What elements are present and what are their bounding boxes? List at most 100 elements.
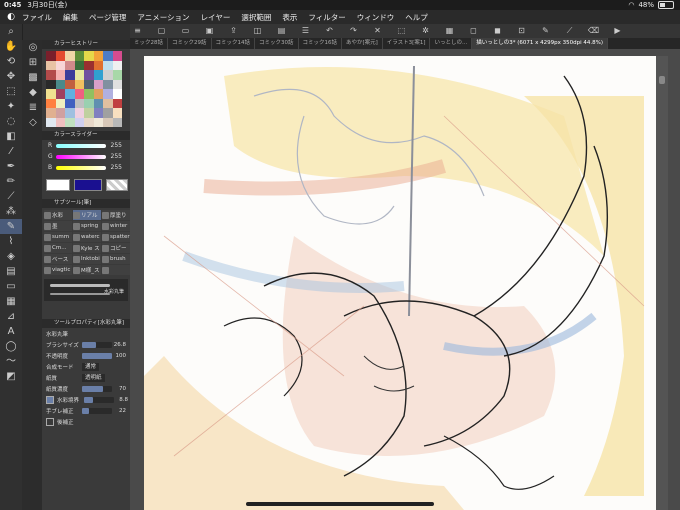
pen-tool-icon[interactable]: ✒ — [0, 159, 22, 174]
rotate-icon[interactable]: ⟲ — [0, 54, 22, 69]
erase-icon[interactable]: ⌫ — [586, 26, 601, 36]
sub-tool-item[interactable]: Kyle ス — [73, 243, 101, 253]
brush-size-row[interactable]: ブラシサイズ 26.8 — [42, 339, 130, 350]
menu-icon[interactable]: ☰ — [298, 26, 313, 36]
export-icon[interactable]: ⇪ — [226, 26, 241, 36]
color-swatch[interactable] — [93, 108, 103, 118]
color-swatch[interactable] — [46, 89, 56, 99]
color-swatch[interactable] — [65, 79, 75, 89]
color-swatch[interactable] — [55, 60, 65, 70]
pencil-tool-icon[interactable]: ✏ — [0, 174, 22, 189]
color-swatch[interactable] — [74, 98, 84, 108]
color-swatch[interactable] — [65, 60, 75, 70]
select-all-icon[interactable]: ▦ — [442, 26, 457, 36]
brush-size-bar[interactable] — [82, 341, 112, 348]
color-swatch[interactable] — [112, 89, 122, 99]
doc-tab[interactable]: いっとしの... — [430, 38, 473, 49]
color-swatch[interactable] — [65, 98, 75, 108]
blend-tool-icon[interactable]: ⌇ — [0, 234, 22, 249]
brush-tool-icon[interactable]: ✎ — [0, 219, 22, 234]
color-swatch[interactable] — [84, 51, 94, 61]
brush-icon[interactable]: ⟋ — [562, 26, 577, 36]
color-swatch[interactable] — [55, 70, 65, 80]
settings-icon[interactable]: ✲ — [418, 26, 433, 36]
sub-tool-item[interactable]: Cm... — [44, 243, 72, 253]
color-swatch[interactable] — [93, 70, 103, 80]
color-swatch[interactable] — [55, 108, 65, 118]
vertical-scrollbar[interactable] — [656, 56, 668, 510]
post-correction-row[interactable]: 後補正 — [42, 416, 130, 427]
color-swatch[interactable] — [46, 70, 56, 80]
color-swatch[interactable] — [103, 60, 113, 70]
sub-tool-item[interactable]: summ — [44, 232, 72, 242]
sub-tool-item[interactable]: waterc — [73, 232, 101, 242]
color-swatch[interactable] — [46, 98, 56, 108]
move-icon[interactable]: ✥ — [0, 69, 22, 84]
figure-tool-icon[interactable]: ▭ — [0, 279, 22, 294]
sub-tool-item[interactable]: 水彩 — [44, 210, 72, 220]
undo-icon[interactable]: ↶ — [322, 26, 337, 36]
new-file-icon[interactable]: ▢ — [154, 26, 169, 36]
color-swatch[interactable] — [103, 117, 113, 127]
color-swatch[interactable] — [112, 98, 122, 108]
watercolor-edge-checkbox[interactable] — [46, 395, 54, 404]
doc-tab[interactable]: コミック29話 — [168, 38, 212, 49]
color-swatch[interactable] — [65, 70, 75, 80]
color-swatch[interactable] — [103, 108, 113, 118]
app-logo-icon[interactable]: ◐ — [0, 12, 22, 22]
watercolor-edge-bar[interactable] — [84, 396, 114, 403]
animation-icon[interactable]: ▶ — [610, 26, 625, 36]
drawing-canvas[interactable] — [144, 56, 656, 510]
color-swatch[interactable] — [93, 98, 103, 108]
color-swatch[interactable] — [93, 89, 103, 99]
color-swatch[interactable] — [93, 51, 103, 61]
balloon-tool-icon[interactable]: ◯ — [0, 339, 22, 354]
color-wheel-icon[interactable]: ◎ — [22, 40, 44, 55]
approx-color-icon[interactable]: ◆ — [22, 85, 44, 100]
watercolor-edge-row[interactable]: 水彩境界 8.8 — [42, 394, 130, 405]
sub-color-chip[interactable] — [74, 179, 102, 191]
color-swatch[interactable] — [103, 89, 113, 99]
layer-panel-icon[interactable]: ≣ — [22, 100, 44, 115]
sub-tool-item[interactable]: spring — [73, 221, 101, 231]
fill-icon[interactable]: ◼ — [490, 26, 505, 36]
color-swatch[interactable] — [74, 108, 84, 118]
zoom-icon[interactable]: ⌕ — [0, 24, 22, 39]
menu-help[interactable]: ヘルプ — [405, 12, 428, 23]
frame-tool-icon[interactable]: ▦ — [0, 294, 22, 309]
color-swatch[interactable] — [65, 117, 75, 127]
crop-icon[interactable]: ⊡ — [514, 26, 529, 36]
sub-tool-item[interactable]: Inktobi — [73, 254, 101, 264]
color-swatch[interactable] — [65, 89, 75, 99]
menu-selection[interactable]: 選択範囲 — [241, 12, 271, 23]
post-correction-checkbox[interactable] — [46, 417, 54, 426]
open-folder-icon[interactable]: ▭ — [178, 26, 193, 36]
marker-tool-icon[interactable]: ⟋ — [0, 189, 22, 204]
color-swatch[interactable] — [112, 70, 122, 80]
sub-tool-item[interactable]: viagtic — [44, 265, 72, 275]
color-swatch[interactable] — [46, 60, 56, 70]
color-swatch[interactable] — [55, 117, 65, 127]
color-swatch[interactable] — [84, 60, 94, 70]
color-swatch[interactable] — [74, 79, 84, 89]
color-swatch[interactable] — [112, 60, 122, 70]
color-swatch[interactable] — [55, 89, 65, 99]
color-swatch[interactable] — [84, 117, 94, 127]
transparent-color-chip[interactable] — [106, 179, 128, 191]
color-swatch[interactable] — [93, 117, 103, 127]
color-set-icon[interactable]: ⊞ — [22, 55, 44, 70]
stabilization-bar[interactable] — [82, 407, 112, 414]
color-swatch-icon[interactable]: ◩ — [0, 369, 22, 384]
menu-animation[interactable]: アニメーション — [137, 12, 189, 23]
eyedropper-icon[interactable]: ⁄ — [0, 144, 22, 159]
slider-b[interactable]: B 255 — [42, 162, 130, 173]
color-swatch[interactable] — [65, 108, 75, 118]
sub-tool-item[interactable]: M様_ス — [73, 265, 101, 275]
correct-line-icon[interactable]: 〜 — [0, 354, 22, 369]
color-swatch[interactable] — [65, 51, 75, 61]
intermediate-color-icon[interactable]: ▩ — [22, 70, 44, 85]
blend-mode-row[interactable]: 合成モード 通常 — [42, 361, 130, 372]
sub-tool-item[interactable]: 墨 — [44, 221, 72, 231]
airbrush-tool-icon[interactable]: ⁂ — [0, 204, 22, 219]
sub-tool-item[interactable]: 厚塗り — [102, 210, 130, 220]
